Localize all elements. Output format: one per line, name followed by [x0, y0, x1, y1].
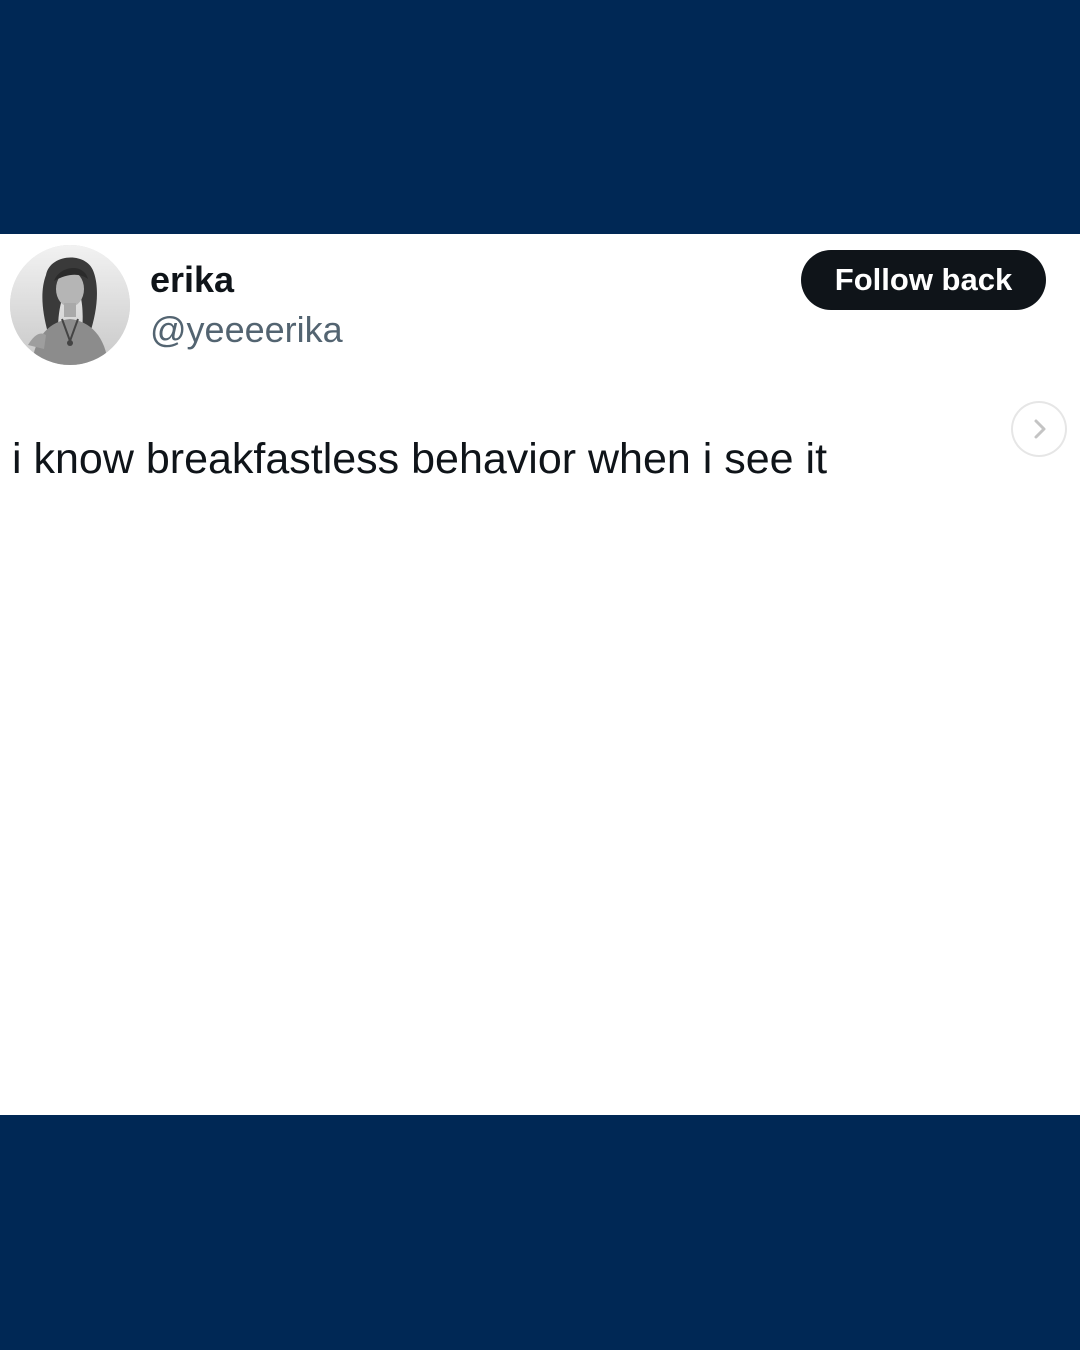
author-handle[interactable]: @yeeeerika: [150, 308, 343, 352]
tweet-card: [0, 234, 1080, 1115]
profile-photo-icon: [10, 245, 130, 365]
chevron-right-icon: [1034, 419, 1046, 439]
top-background-band: [0, 0, 1080, 234]
avatar[interactable]: [10, 245, 130, 365]
follow-back-button[interactable]: Follow back: [801, 250, 1046, 310]
carousel-next-button[interactable]: [1013, 403, 1065, 455]
author-display-name[interactable]: erika: [150, 258, 234, 302]
bottom-background-band: [0, 1115, 1080, 1350]
tweet-text: i know breakfastless behavior when i see…: [12, 435, 828, 483]
